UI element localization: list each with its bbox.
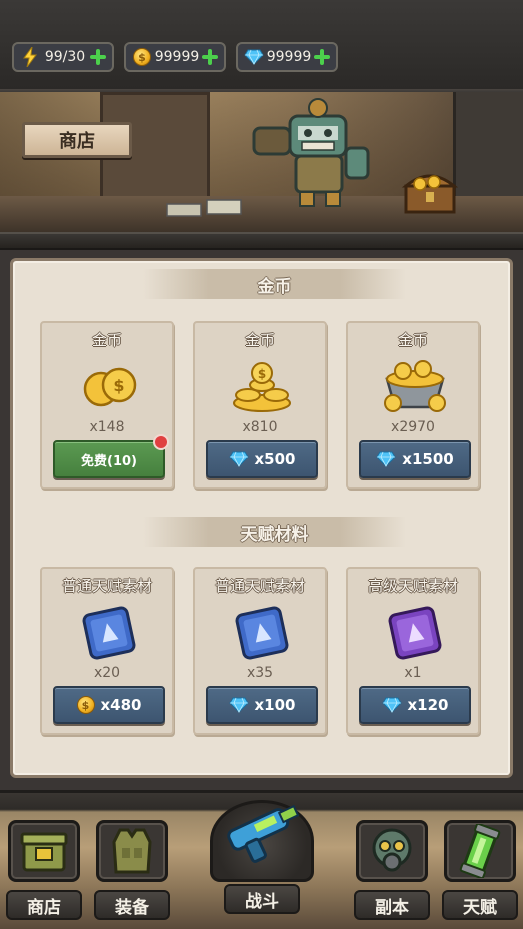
shop-item-card[interactable]: 金币 x2970 x1500 bbox=[346, 321, 480, 489]
energy-bolt-icon bbox=[20, 47, 40, 67]
item-name: 普通天赋素材 bbox=[61, 577, 152, 595]
diamond-icon bbox=[376, 451, 396, 467]
gas-mask-icon bbox=[372, 828, 412, 872]
add-energy-icon[interactable] bbox=[90, 49, 106, 65]
armor-vest-icon bbox=[112, 828, 152, 874]
button-price: x500 bbox=[254, 450, 296, 468]
gold-coin-icon: $ bbox=[76, 696, 95, 714]
shop-banner: 商店 bbox=[0, 92, 523, 232]
svg-text:$: $ bbox=[113, 376, 124, 395]
buy-button[interactable]: $ x480 bbox=[53, 686, 165, 724]
gold-coins-pile-icon: $ bbox=[233, 362, 291, 412]
energy-value: 99/30 bbox=[44, 49, 86, 65]
energy-counter[interactable]: 99/30 bbox=[12, 42, 114, 72]
nav-dungeon-button[interactable] bbox=[356, 820, 428, 882]
nav-dungeon-label[interactable]: 副本 bbox=[354, 890, 430, 920]
button-price: x480 bbox=[100, 696, 142, 714]
item-quantity: x148 bbox=[89, 419, 125, 435]
button-price: x100 bbox=[254, 696, 296, 714]
item-quantity: x1 bbox=[404, 665, 422, 681]
banner-rail bbox=[0, 232, 523, 250]
item-name: 金币 bbox=[244, 331, 275, 349]
resource-bar: 99/30 $ 99999 99999 bbox=[0, 0, 523, 99]
shop-title-sign: 商店 bbox=[22, 122, 132, 158]
diamond-counter[interactable]: 99999 bbox=[236, 42, 338, 72]
shop-panel: 金币 金币 $ x148 免费(10) 金币 $ x810 x500 金币 x2… bbox=[10, 258, 513, 778]
nav-battle-label[interactable]: 战斗 bbox=[224, 884, 300, 914]
talent-material-purple-icon bbox=[388, 606, 442, 660]
nav-battle-button[interactable] bbox=[210, 800, 314, 882]
shop-item-card[interactable]: 普通天赋素材 x20 $ x480 bbox=[40, 567, 174, 735]
supply-crate-icon bbox=[20, 832, 68, 872]
buy-button[interactable]: x1500 bbox=[359, 440, 471, 478]
item-name: 金币 bbox=[91, 331, 122, 349]
nav-equip-label[interactable]: 装备 bbox=[94, 890, 170, 920]
shop-item-card[interactable]: 金币 $ x810 x500 bbox=[193, 321, 327, 489]
free-claim-button[interactable]: 免费(10) bbox=[53, 434, 169, 478]
gold-value: 99999 bbox=[154, 49, 200, 65]
nav-shop-label[interactable]: 商店 bbox=[6, 890, 82, 920]
add-gold-icon[interactable] bbox=[202, 49, 218, 65]
nav-equip-button[interactable] bbox=[96, 820, 168, 882]
item-quantity: x810 bbox=[242, 419, 278, 435]
item-name: 普通天赋素材 bbox=[214, 577, 305, 595]
talent-section-title: 天赋材料 bbox=[143, 517, 406, 547]
diamond-icon bbox=[228, 451, 249, 467]
item-name: 金币 bbox=[397, 331, 428, 349]
blaster-gun-icon bbox=[227, 804, 300, 863]
diamond-icon bbox=[228, 697, 249, 713]
shop-item-card[interactable]: 金币 $ x148 免费(10) bbox=[40, 321, 174, 489]
talent-material-blue-icon bbox=[82, 606, 136, 660]
buy-button[interactable]: x120 bbox=[359, 686, 471, 724]
shop-item-card[interactable]: 高级天赋素材 x1 x120 bbox=[346, 567, 480, 735]
add-diamond-icon[interactable] bbox=[314, 49, 330, 65]
buy-button[interactable]: x500 bbox=[206, 440, 318, 478]
nav-shop-button[interactable] bbox=[8, 820, 80, 882]
talent-material-blue-icon bbox=[235, 606, 289, 660]
item-quantity: x20 bbox=[93, 665, 121, 681]
item-quantity: x2970 bbox=[391, 419, 435, 435]
button-price: x120 bbox=[407, 696, 449, 714]
svg-text:$: $ bbox=[258, 367, 266, 381]
shop-item-card[interactable]: 普通天赋素材 x35 x100 bbox=[193, 567, 327, 735]
gold-counter[interactable]: $ 99999 bbox=[124, 42, 226, 72]
treasure-chest-icon bbox=[401, 174, 459, 214]
button-price: 免费(10) bbox=[81, 453, 137, 469]
shopkeeper-robot-icon bbox=[252, 98, 370, 207]
gold-coin-icon: $ bbox=[132, 47, 152, 67]
nav-talent-label[interactable]: 天赋 bbox=[442, 890, 518, 920]
energy-canister-icon bbox=[459, 824, 501, 878]
gold-cart-icon bbox=[384, 360, 446, 412]
notification-badge bbox=[153, 434, 169, 450]
diamond-icon bbox=[381, 697, 402, 713]
item-quantity: x35 bbox=[246, 665, 274, 681]
nav-talent-button[interactable] bbox=[444, 820, 516, 882]
item-name: 高级天赋素材 bbox=[367, 577, 458, 595]
diamond-value: 99999 bbox=[266, 49, 312, 65]
button-price: x1500 bbox=[402, 450, 454, 468]
gold-section-title: 金币 bbox=[143, 269, 406, 299]
diamond-icon bbox=[244, 47, 264, 67]
buy-button[interactable]: x100 bbox=[206, 686, 318, 724]
cash-stack-icon bbox=[166, 199, 242, 217]
gold-coins-small-icon: $ bbox=[83, 367, 137, 407]
